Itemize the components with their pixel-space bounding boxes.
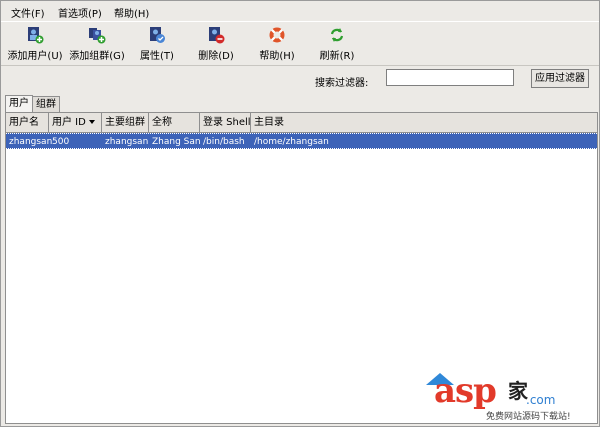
cell-full-name: Zhang San <box>152 137 201 147</box>
column-header-home-directory[interactable]: 主目录 <box>251 113 597 132</box>
tab-groups[interactable]: 组群 <box>32 96 60 112</box>
help-label: 帮助(H) <box>259 51 295 62</box>
column-header-username[interactable]: 用户名 <box>6 113 49 132</box>
menu-file[interactable]: 文件(F) <box>11 5 45 20</box>
delete-label: 删除(D) <box>198 51 234 62</box>
watermark-cn: 家 <box>508 379 528 403</box>
column-header-login-shell[interactable]: 登录 Shell <box>200 113 251 132</box>
column-header-user-id[interactable]: 用户 ID <box>49 113 102 132</box>
tab-users[interactable]: 用户 <box>5 95 33 113</box>
properties-icon <box>148 26 166 44</box>
watermark-tagline: 免费网站源码下载站! <box>486 412 571 422</box>
apply-filter-button[interactable]: 应用过滤器 <box>531 69 589 88</box>
column-header-full-name[interactable]: 全称 <box>149 113 200 132</box>
refresh-icon <box>328 26 346 44</box>
add-group-button[interactable]: 添加组群(G) <box>69 24 125 64</box>
watermark-domain: .com <box>526 393 556 407</box>
column-header-user-id-label: 用户 ID <box>52 117 86 128</box>
table-header: 用户名 用户 ID 主要组群 全称 登录 Shell 主目录 <box>6 113 597 133</box>
refresh-label: 刷新(R) <box>319 51 355 62</box>
column-header-primary-group[interactable]: 主要组群 <box>102 113 149 132</box>
cell-primary-group: zhangsan <box>105 137 149 147</box>
delete-icon <box>207 26 225 44</box>
user-manager-window: 文件(F) 首选项(P) 帮助(H) 添加用户(U) 添加组群(G) 属性(T)… <box>0 0 600 427</box>
menu-preferences[interactable]: 首选项(P) <box>58 5 102 20</box>
delete-button[interactable]: 删除(D) <box>196 24 236 64</box>
add-user-icon <box>26 26 44 44</box>
lifebuoy-icon <box>268 26 286 44</box>
column-header-home-directory-label: 主目录 <box>254 117 284 128</box>
search-filter-label: 搜索过滤器: <box>315 78 369 89</box>
cell-login-shell: /bin/bash <box>203 137 245 147</box>
help-button[interactable]: 帮助(H) <box>256 24 298 64</box>
cell-user-id: 500 <box>52 137 70 147</box>
add-group-label: 添加组群(G) <box>69 51 125 62</box>
properties-button[interactable]: 属性(T) <box>137 24 177 64</box>
search-filter-input[interactable] <box>386 69 514 86</box>
menu-bar: 文件(F) 首选项(P) 帮助(H) <box>1 1 599 20</box>
column-header-username-label: 用户名 <box>9 117 39 128</box>
column-header-login-shell-label: 登录 Shell <box>203 117 251 128</box>
cell-home-directory: /home/zhangsan <box>254 137 329 147</box>
add-group-icon <box>88 26 106 44</box>
column-header-full-name-label: 全称 <box>152 117 172 128</box>
table-row[interactable]: zhangsan 500 zhangsan Zhang San /bin/bas… <box>6 133 597 149</box>
watermark-brand: asp <box>434 371 497 411</box>
refresh-button[interactable]: 刷新(R) <box>317 24 357 64</box>
properties-label: 属性(T) <box>140 51 174 62</box>
sort-descending-icon <box>88 120 95 124</box>
add-user-button[interactable]: 添加用户(U) <box>5 24 65 64</box>
cell-username: zhangsan <box>9 137 53 147</box>
watermark-logo: asp 家 .com 免费网站源码下载站! <box>426 371 596 423</box>
toolbar: 添加用户(U) 添加组群(G) 属性(T) 删除(D) 帮助(H) 刷新(R) <box>1 21 599 66</box>
menu-help[interactable]: 帮助(H) <box>114 5 149 20</box>
add-user-label: 添加用户(U) <box>7 51 63 62</box>
column-header-primary-group-label: 主要组群 <box>105 117 145 128</box>
